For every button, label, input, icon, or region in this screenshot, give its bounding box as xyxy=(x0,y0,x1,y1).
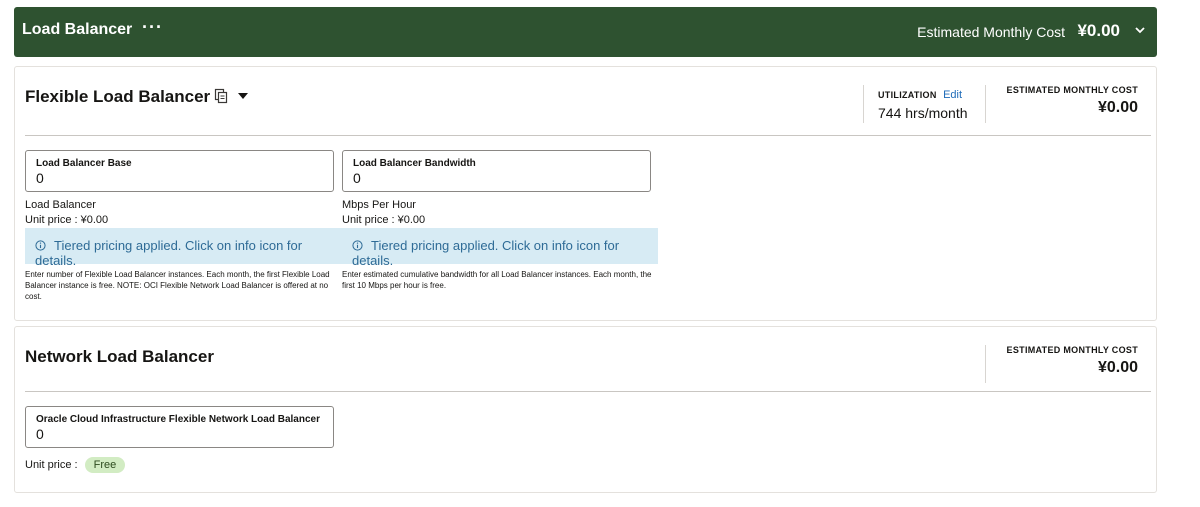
network-load-balancer-panel: Network Load Balancer ESTIMATED MONTHLY … xyxy=(14,326,1157,493)
cost-divider xyxy=(985,345,986,383)
unit-price-label: Unit price : xyxy=(25,459,78,471)
panel-title-network: Network Load Balancer xyxy=(25,347,214,366)
input-value[interactable]: 0 xyxy=(36,426,323,442)
unit-info-bandwidth: Mbps Per Hour Unit price : ¥0.00 xyxy=(342,198,425,228)
info-icon[interactable] xyxy=(352,240,363,251)
unit-price-label: Unit price : xyxy=(342,214,395,226)
help-note-base: Enter number of Flexible Load Balancer i… xyxy=(25,270,330,301)
load-balancer-bandwidth-input[interactable]: Load Balancer Bandwidth 0 xyxy=(342,150,651,192)
panel-divider xyxy=(25,135,1151,136)
estimated-cost-label: ESTIMATED MONTHLY COST xyxy=(1006,85,1138,95)
utilization-value: 744 hrs/month xyxy=(878,105,968,121)
tiered-pricing-alert[interactable]: Tiered pricing applied. Click on info ic… xyxy=(342,228,658,268)
unit-price-row: Unit price : Free xyxy=(25,457,126,473)
copy-icon[interactable] xyxy=(213,88,229,104)
panel-title-flexible: Flexible Load Balancer xyxy=(25,87,211,106)
caret-down-icon[interactable] xyxy=(238,92,248,100)
utilization-edit-link[interactable]: Edit xyxy=(943,89,962,101)
unit-price-row: Unit price : ¥0.00 xyxy=(25,213,108,228)
tier-text: Tiered pricing applied. Click on info ic… xyxy=(35,238,303,268)
help-note-bandwidth: Enter estimated cumulative bandwidth for… xyxy=(342,270,652,290)
free-badge: Free xyxy=(84,457,126,473)
estimated-cost-label: ESTIMATED MONTHLY COST xyxy=(1006,345,1138,355)
panel-divider xyxy=(25,391,1151,392)
unit-info-base: Load Balancer Unit price : ¥0.00 xyxy=(25,198,108,228)
flexible-load-balancer-panel: Flexible Load Balancer UTILIZATION Edit … xyxy=(14,66,1157,321)
cost-divider xyxy=(985,85,986,123)
utilization: UTILIZATION Edit 744 hrs/month xyxy=(863,85,987,123)
chevron-down-icon[interactable] xyxy=(1133,23,1147,37)
unit-price-label: Unit price : xyxy=(25,214,78,226)
info-icon[interactable] xyxy=(35,240,46,251)
service-header: Load Balancer ··· Estimated Monthly Cost… xyxy=(14,7,1157,57)
estimated-monthly-cost: ESTIMATED MONTHLY COST ¥0.00 xyxy=(1007,345,1138,377)
input-label: Load Balancer Bandwidth xyxy=(353,158,476,169)
input-label: Oracle Cloud Infrastructure Flexible Net… xyxy=(36,414,320,425)
input-value[interactable]: 0 xyxy=(36,170,323,186)
estimated-cost-value: ¥0.00 xyxy=(1097,359,1138,376)
load-balancer-base-input[interactable]: Load Balancer Base 0 xyxy=(25,150,334,192)
estimated-monthly-cost: ESTIMATED MONTHLY COST ¥0.00 xyxy=(1007,85,1138,117)
header-cost-value: ¥0.00 xyxy=(1077,21,1120,40)
input-label: Load Balancer Base xyxy=(36,158,132,169)
unit-price-value: ¥0.00 xyxy=(80,214,109,226)
unit-name: Load Balancer xyxy=(25,199,96,211)
unit-price-value: ¥0.00 xyxy=(397,214,426,226)
service-title: Load Balancer xyxy=(22,21,133,38)
header-cost-label: Estimated Monthly Cost xyxy=(917,24,1065,40)
utilization-label: UTILIZATION xyxy=(878,90,937,100)
unit-price-row: Unit price : ¥0.00 xyxy=(342,213,425,228)
tier-text: Tiered pricing applied. Click on info ic… xyxy=(352,238,620,268)
input-value[interactable]: 0 xyxy=(353,170,640,186)
unit-name: Mbps Per Hour xyxy=(342,199,416,211)
estimated-cost-value: ¥0.00 xyxy=(1097,99,1138,116)
tiered-pricing-alert[interactable]: Tiered pricing applied. Click on info ic… xyxy=(25,228,342,268)
more-actions-button[interactable]: ··· xyxy=(142,17,163,38)
network-load-balancer-input[interactable]: Oracle Cloud Infrastructure Flexible Net… xyxy=(25,406,334,448)
